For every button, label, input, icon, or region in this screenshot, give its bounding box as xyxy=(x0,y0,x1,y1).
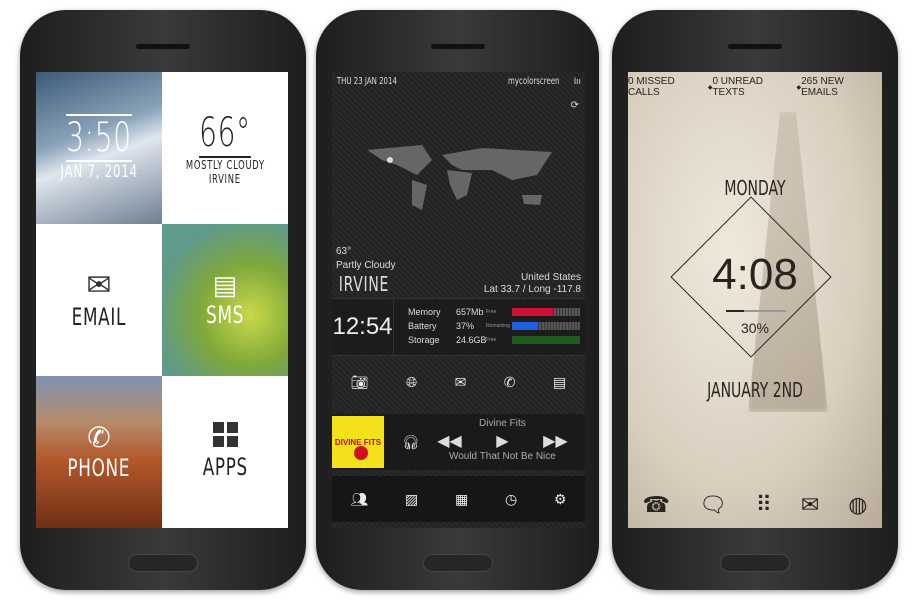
speaker xyxy=(728,44,782,49)
album-art-text: DIVINE FITS xyxy=(334,437,382,447)
site-label: mycolorscreen xyxy=(508,76,560,87)
message-icon[interactable]: ▤ xyxy=(553,374,566,391)
globe-icon[interactable]: 🌐︎ xyxy=(406,374,417,391)
notification-bar: 0 MISSED CALLS ◆ 0 UNREAD TEXTS ◆ 265 NE… xyxy=(628,76,882,98)
sms-label: SMS xyxy=(206,301,244,330)
stat-label: Memory xyxy=(408,307,441,317)
fast-forward-button[interactable]: ▶▶ xyxy=(543,431,568,451)
weather-temp: 66° xyxy=(199,109,251,158)
world-map xyxy=(367,145,552,210)
phone-icon: ✆ xyxy=(87,422,111,454)
digital-clock: 12:54 xyxy=(332,299,394,355)
album-art[interactable]: DIVINE FITS xyxy=(332,416,384,468)
weather-tile[interactable]: 66° MOSTLY CLOUDY IRVINE xyxy=(162,72,288,224)
apps-grid-icon[interactable]: ▦ xyxy=(455,491,468,508)
stat-bar xyxy=(512,336,580,344)
mail-icon[interactable]: ✉ xyxy=(455,374,467,391)
phone-2: THU 23 JAN 2014 mycolorscreen lıı ⟳ 63° … xyxy=(316,10,599,590)
weather-condition: Partly Cloudy xyxy=(336,260,396,271)
stat-unit: Free xyxy=(486,337,497,343)
signal-icon: lıı xyxy=(573,76,581,86)
country-label: United States xyxy=(520,272,581,283)
missed-calls: 0 MISSED CALLS xyxy=(628,76,675,98)
screen-2: THU 23 JAN 2014 mycolorscreen lıı ⟳ 63° … xyxy=(332,72,585,528)
apps-label: APPS xyxy=(202,453,248,482)
gallery-icon[interactable]: ▨ xyxy=(405,491,418,508)
coords-label: Lat 33.7 / Long -117.8 xyxy=(483,284,581,295)
apps-tile[interactable]: APPS xyxy=(162,375,288,528)
chat-icon: ▤ xyxy=(212,270,238,301)
shortcut-row: 📷︎ 🌐︎ ✉ ✆ ▤ xyxy=(332,362,585,402)
home-button[interactable] xyxy=(422,554,493,572)
city-label: IRVINE xyxy=(338,272,390,296)
track-label: Would That Not Be Nice xyxy=(448,451,556,462)
home-button[interactable] xyxy=(128,554,198,572)
date-label: JANUARY 2ND xyxy=(707,378,803,402)
speaker xyxy=(136,44,190,49)
rewind-button[interactable]: ◀◀ xyxy=(437,431,462,451)
stat-label: Storage xyxy=(408,335,440,345)
call-icon[interactable]: ✆ xyxy=(504,374,516,391)
speaker xyxy=(430,44,485,49)
clock-tile[interactable]: 3:50 JAN 7, 2014 xyxy=(36,72,162,224)
artist-label: Divine Fits xyxy=(479,418,526,429)
stat-label: Battery xyxy=(408,321,437,331)
envelope-icon[interactable]: ✉ xyxy=(801,492,819,518)
music-player: DIVINE FITS 🎧︎ Divine Fits ◀◀ ▶ ▶▶ Would T… xyxy=(332,414,585,470)
unread-texts: 0 UNREAD TEXTS xyxy=(712,76,764,98)
phone-tile[interactable]: ✆ PHONE xyxy=(36,375,162,528)
chat-icon[interactable]: 🗨︎ xyxy=(699,492,727,518)
bottom-dock: 👥︎ ▨ ▦ ◷ ⚙ xyxy=(332,476,585,522)
stat-value: 657Mb xyxy=(456,307,484,317)
stat-row-storage: Storage 24.6GB Free xyxy=(408,333,581,347)
phone-1: 3:50 JAN 7, 2014 66° MOSTLY CLOUDY IRVIN… xyxy=(20,10,306,590)
stats-panel: 12:54 Memory 657Mb Free Battery 37% Remaining… xyxy=(332,298,585,356)
globe-icon[interactable]: ◍ xyxy=(848,492,867,518)
clock-time: 3:50 xyxy=(66,113,132,162)
new-emails: 265 NEW EMAILS xyxy=(801,76,844,98)
phone-label: PHONE xyxy=(67,454,131,483)
stat-row-battery: Battery 37% Remaining xyxy=(408,319,581,333)
play-button[interactable]: ▶ xyxy=(496,431,508,451)
weather-temp: 63° xyxy=(336,246,352,257)
grid-icon xyxy=(212,422,238,448)
phone-3: 0 MISSED CALLS ◆ 0 UNREAD TEXTS ◆ 265 NE… xyxy=(612,10,898,590)
stat-bar xyxy=(512,308,580,316)
stat-unit: Free xyxy=(486,309,497,315)
day-label: MONDAY xyxy=(724,176,786,200)
stat-unit: Remaining xyxy=(486,323,510,329)
envelope-icon: ✉ xyxy=(86,269,112,303)
stat-row-memory: Memory 657Mb Free xyxy=(408,305,581,319)
email-label: EMAIL xyxy=(71,303,127,332)
email-tile[interactable]: ✉ EMAIL xyxy=(36,223,162,376)
camera-icon[interactable]: 📷︎ xyxy=(351,374,369,391)
dock: ☎ 🗨︎ ⠿ ✉ ◍ xyxy=(628,492,882,518)
clock-icon[interactable]: ◷ xyxy=(505,491,517,508)
home-button[interactable] xyxy=(720,554,790,572)
telephone-icon[interactable]: ☎ xyxy=(642,492,669,518)
stat-value: 24.6GB xyxy=(456,335,487,345)
weather-condition: MOSTLY CLOUDY xyxy=(185,157,265,172)
refresh-icon[interactable]: ⟳ xyxy=(571,100,579,111)
weather-city: IRVINE xyxy=(209,171,241,186)
screen-1: 3:50 JAN 7, 2014 66° MOSTLY CLOUDY IRVIN… xyxy=(36,72,288,528)
headphones-icon[interactable]: 🎧︎ xyxy=(402,434,420,451)
apps-dots-icon[interactable]: ⠿ xyxy=(756,492,772,518)
stat-bar xyxy=(512,322,580,330)
clock-date: JAN 7, 2014 xyxy=(60,161,138,182)
date-label: THU 23 JAN 2014 xyxy=(336,76,397,87)
battery-percent: 30% xyxy=(740,320,770,336)
contacts-icon[interactable]: 👥︎ xyxy=(350,491,368,508)
screen-3: 0 MISSED CALLS ◆ 0 UNREAD TEXTS ◆ 265 NE… xyxy=(628,72,882,528)
location-pin-icon xyxy=(387,157,393,163)
sms-tile[interactable]: ▤ SMS xyxy=(162,223,288,376)
lock-time: 4:08 xyxy=(712,250,798,299)
settings-gear-icon[interactable]: ⚙ xyxy=(554,491,567,508)
battery-bar xyxy=(726,310,786,312)
stat-value: 37% xyxy=(456,321,475,331)
